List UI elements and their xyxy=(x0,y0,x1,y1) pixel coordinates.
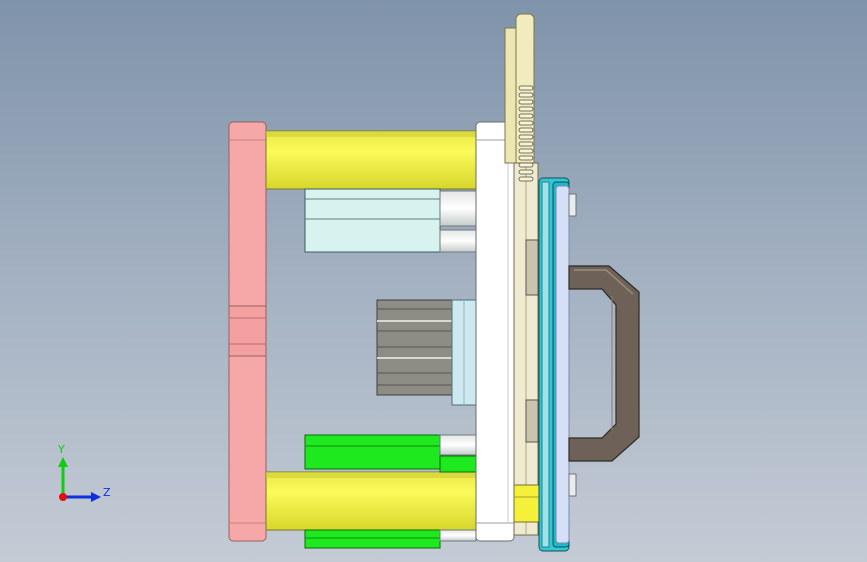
core-insert-light-cyan[interactable] xyxy=(304,188,477,253)
cooling-fin xyxy=(518,176,534,182)
cad-graphics-viewport[interactable]: Y Z xyxy=(0,0,867,562)
z-axis-arrowhead xyxy=(91,492,101,502)
y-axis-label: Y xyxy=(58,443,65,456)
cooling-fin xyxy=(518,141,534,147)
plate-bolt-bottom xyxy=(568,473,577,497)
guide-pillar-bottom[interactable] xyxy=(265,471,479,531)
handle[interactable] xyxy=(568,265,640,462)
rear-clamp-plate[interactable] xyxy=(228,121,267,542)
mold-assembly-model[interactable] xyxy=(0,0,867,562)
cooling-fin xyxy=(518,134,534,140)
locating-block-yellow[interactable] xyxy=(513,484,540,523)
cooling-fin xyxy=(518,120,534,126)
plate-bolt-top xyxy=(568,193,577,217)
cooling-fin xyxy=(518,148,534,154)
cooling-fin xyxy=(518,162,534,168)
cooling-fin xyxy=(518,92,534,98)
cooling-fin xyxy=(518,169,534,175)
z-axis-label: Z xyxy=(103,486,111,499)
cooling-fin xyxy=(518,113,534,119)
ejector-block-gray[interactable] xyxy=(376,299,477,406)
cooling-fin xyxy=(518,127,534,133)
cooling-fin xyxy=(518,85,534,91)
y-axis-arrowhead xyxy=(58,457,68,467)
origin-point xyxy=(59,493,67,501)
guide-pillar-top[interactable] xyxy=(265,130,479,190)
fixed-plate-cyan[interactable] xyxy=(538,177,570,552)
cooling-fin xyxy=(518,99,534,105)
cooling-fin xyxy=(518,106,534,112)
moving-plate[interactable] xyxy=(475,121,515,542)
cooling-fin xyxy=(518,155,534,161)
